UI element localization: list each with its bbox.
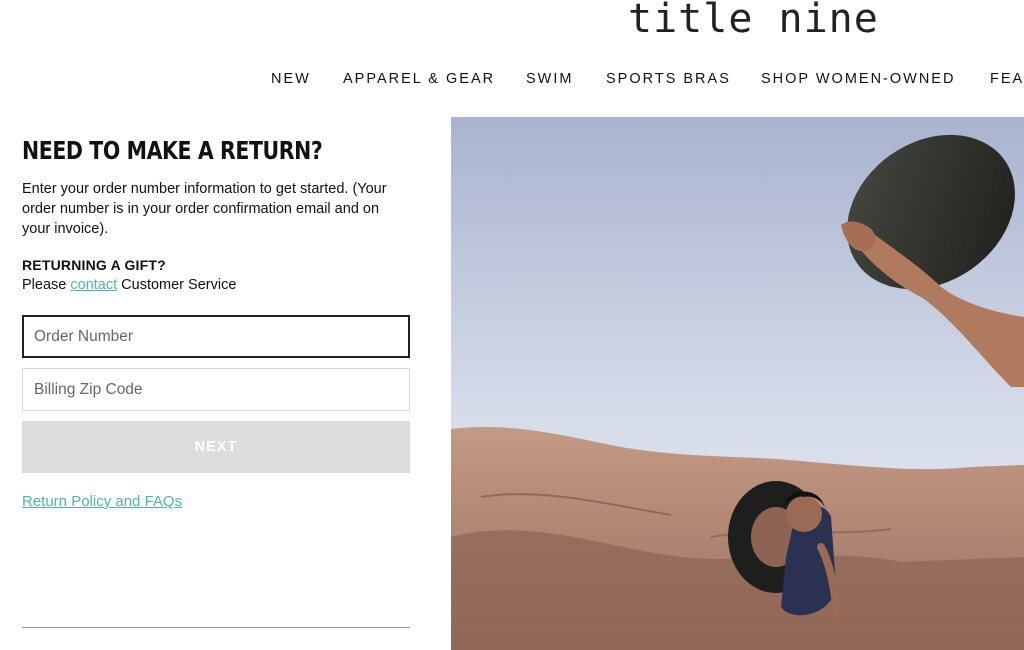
gift-prefix: Please (22, 277, 67, 293)
page-title: NEED TO MAKE A RETURN? (22, 136, 323, 165)
gift-title: RETURNING A GIFT? (22, 257, 166, 273)
divider (22, 627, 410, 628)
nav-item-sports-bras[interactable]: SPORTS BRAS (606, 71, 731, 87)
person (786, 496, 822, 532)
hero-photo (451, 117, 1024, 650)
nav-item-swim[interactable]: SWIM (526, 71, 573, 87)
next-button[interactable]: NEXT (22, 421, 410, 473)
return-policy-link[interactable]: Return Policy and FAQs (22, 493, 182, 510)
main-nav: NEW APPAREL & GEAR SWIM SPORTS BRAS SHOP… (0, 71, 1024, 91)
contact-link[interactable]: contact (70, 277, 117, 293)
returns-panel: NEED TO MAKE A RETURN? Enter your order … (22, 135, 410, 295)
gift-line: Please contact Customer Service (22, 275, 410, 295)
nav-item-apparel-gear[interactable]: APPAREL & GEAR (343, 71, 495, 87)
returns-intro: Enter your order number information to g… (22, 181, 387, 237)
gift-suffix: Customer Service (121, 277, 237, 293)
billing-zip-input[interactable] (22, 368, 410, 411)
nav-item-new[interactable]: NEW (271, 71, 311, 87)
order-number-input[interactable] (22, 315, 410, 358)
nav-item-featured[interactable]: FEA (990, 71, 1024, 87)
brand-logo[interactable]: title nine (628, 0, 879, 42)
nav-item-shop-women-owned[interactable]: SHOP WOMEN-OWNED (761, 71, 955, 87)
